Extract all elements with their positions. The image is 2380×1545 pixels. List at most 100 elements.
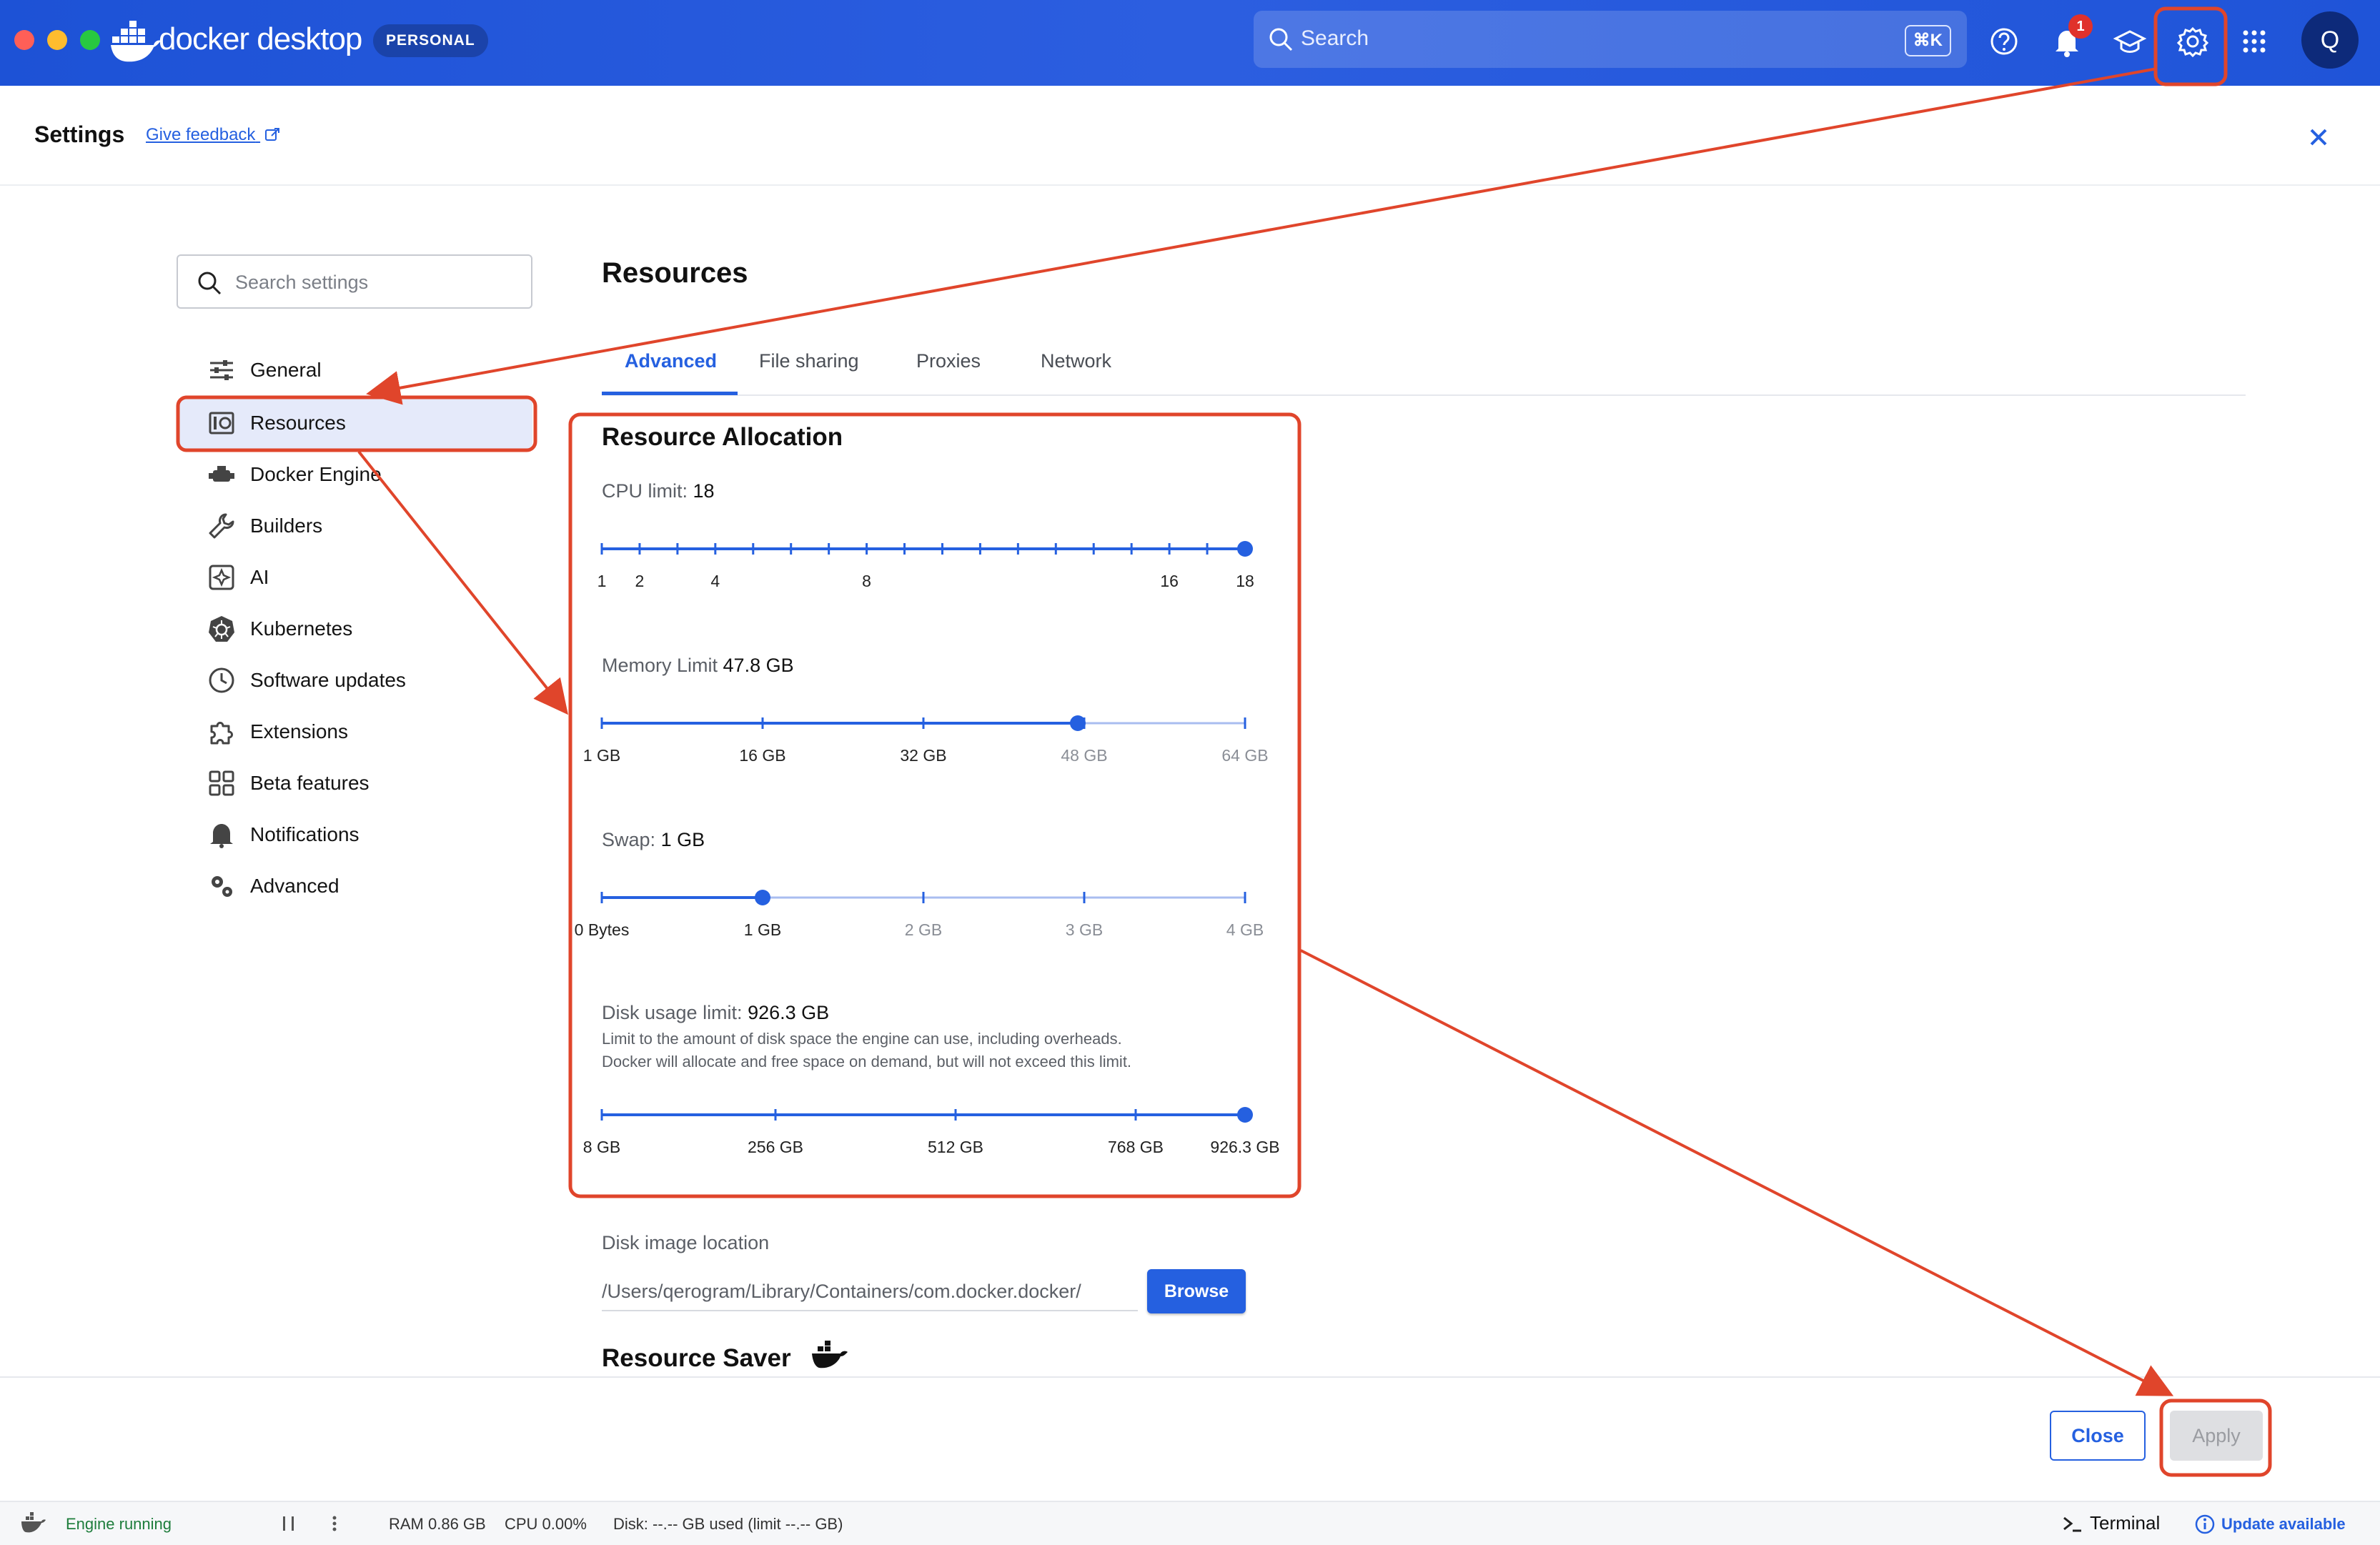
slider-thumb[interactable] (1237, 1107, 1253, 1123)
sidebar-item-beta-features[interactable]: Beta features (179, 757, 532, 809)
slider-tick-label: 1 GB (582, 746, 621, 765)
sidebar-item-label: Extensions (250, 720, 348, 742)
sidebar-item-notifications[interactable]: Notifications (179, 809, 532, 860)
memory-slider[interactable] (593, 703, 1258, 746)
sidebar-item-general[interactable]: General (179, 344, 532, 396)
disk-usage-value: 926.3 GB (748, 1002, 830, 1023)
window-close-button[interactable] (14, 30, 34, 50)
more-vertical-icon[interactable] (326, 1514, 343, 1534)
slider-tick-label: 1 (597, 572, 607, 590)
window-minimize-button[interactable] (47, 30, 67, 50)
disk-image-path-field[interactable]: /Users/qerogram/Library/Containers/com.d… (602, 1281, 1138, 1311)
gears-icon (212, 876, 232, 897)
page-title: Settings (34, 121, 125, 147)
gear-icon[interactable] (2173, 21, 2213, 61)
active-tab-indicator (602, 392, 738, 395)
sidebar-item-advanced[interactable]: Advanced (179, 860, 532, 912)
sidebar-item-label: Resources (250, 412, 346, 434)
slider-thumb[interactable] (755, 890, 770, 905)
footer-divider (0, 1376, 2380, 1378)
cpu-limit-caption: CPU limit: (602, 480, 688, 502)
disk-usage-description-2: Docker will allocate and free space on d… (602, 1053, 1132, 1070)
slider-thumb[interactable] (1237, 541, 1253, 557)
slider-tick-label: 926.3 GB (1210, 1138, 1280, 1156)
browse-button[interactable]: Browse (1147, 1269, 1246, 1313)
resources-icon (209, 412, 234, 434)
slider-tick-label: 256 GB (748, 1138, 803, 1156)
slider-tick-label: 2 (635, 572, 645, 590)
sidebar-item-extensions[interactable]: Extensions (179, 706, 532, 757)
memory-limit-caption: Memory Limit (602, 655, 718, 676)
disk-usage-slider[interactable] (593, 1095, 1258, 1138)
arrow-gear-to-resources (366, 67, 2158, 405)
apps-grid-icon[interactable] (2234, 21, 2274, 61)
global-search-placeholder: Search (1301, 26, 1369, 50)
update-available-link[interactable]: Update available (2221, 1515, 2346, 1534)
cpu-limit-value: 18 (693, 480, 715, 502)
slider-tick-label: 48 GB (1061, 746, 1108, 765)
sidebar-item-software-updates[interactable]: Software updates (179, 655, 532, 706)
tab-network[interactable]: Network (1041, 350, 1111, 372)
close-settings-icon[interactable] (2301, 120, 2336, 154)
slider-tick-label: 16 GB (739, 746, 786, 765)
slider-tick-label: 3 GB (1065, 920, 1104, 939)
tab-file-sharing[interactable]: File sharing (759, 350, 859, 372)
slider-tick-label: 4 (710, 572, 720, 590)
slider-tick-label: 64 GB (1221, 746, 1269, 765)
slider-tick-label: 0 Bytes (574, 920, 630, 939)
sidebar-item-resources[interactable]: Resources (179, 397, 532, 449)
resource-saver-title: Resource Saver (602, 1344, 791, 1369)
window-zoom-button[interactable] (80, 30, 100, 50)
sidebar-item-label: Docker Engine (250, 463, 382, 485)
tabs-divider (602, 394, 2246, 396)
search-shortcut: ⌘K (1904, 25, 1951, 56)
slider-tick-label: 16 (1160, 572, 1179, 590)
search-settings-input[interactable]: Search settings (177, 254, 532, 309)
sidebar-item-ai[interactable]: AI (179, 552, 532, 603)
status-bar: Engine running RAM 0.86 GB CPU 0.00% Dis… (0, 1501, 2380, 1545)
slider-thumb[interactable] (1070, 715, 1086, 731)
apply-button[interactable]: Apply (2170, 1411, 2263, 1461)
bell-icon (210, 824, 233, 848)
sidebar-item-label: Advanced (250, 875, 339, 897)
clock-icon (209, 667, 234, 693)
pause-icon[interactable] (280, 1514, 297, 1534)
sidebar-item-docker-engine[interactable]: Docker Engine (179, 449, 532, 500)
engine-icon (209, 466, 234, 482)
user-avatar[interactable]: Q (2301, 11, 2359, 69)
cpu-slider[interactable] (593, 529, 1258, 572)
search-icon (198, 272, 222, 295)
slider-tick-label: 8 GB (582, 1138, 621, 1156)
sidebar-item-kubernetes[interactable]: Kubernetes (179, 603, 532, 655)
sidebar-item-label: Notifications (250, 823, 360, 845)
tab-advanced[interactable]: Advanced (625, 350, 717, 372)
slider-tick-label: 32 GB (900, 746, 947, 765)
kubernetes-icon (209, 616, 234, 642)
learning-center-icon[interactable] (2110, 21, 2150, 61)
brand-name: docker desktop (159, 21, 362, 56)
resource-saver-whale-icon (812, 1341, 848, 1368)
sidebar-item-label: Kubernetes (250, 617, 353, 640)
sidebar-item-label: Beta features (250, 772, 370, 794)
slider-tick-label: 8 (862, 572, 871, 590)
close-button[interactable]: Close (2050, 1411, 2146, 1461)
section-page-title: Resources (602, 257, 748, 289)
terminal-button[interactable]: Terminal (2090, 1512, 2160, 1534)
give-feedback-link[interactable]: Give feedback (146, 125, 280, 145)
tab-proxies[interactable]: Proxies (916, 350, 981, 372)
puzzle-icon (210, 722, 233, 745)
disk-usage-label: Disk usage limit: 926.3 GB (602, 1002, 829, 1024)
disk-usage: Disk: --.-- GB used (limit --.-- GB) (613, 1515, 843, 1533)
notification-count-badge: 1 (2068, 14, 2093, 39)
search-settings-placeholder: Search settings (235, 272, 369, 293)
disk-usage-description-1: Limit to the amount of disk space the en… (602, 1030, 1122, 1048)
cpu-limit-label: CPU limit: 18 (602, 480, 715, 502)
swap-label: Swap: 1 GB (602, 829, 705, 851)
search-icon (1269, 28, 1293, 51)
grid-icon (209, 770, 234, 796)
swap-slider[interactable] (593, 878, 1258, 920)
sidebar-item-builders[interactable]: Builders (179, 500, 532, 552)
help-icon[interactable] (1984, 21, 2024, 61)
slider-tick-label: 2 GB (904, 920, 943, 939)
global-search-input[interactable]: Search ⌘K (1254, 11, 1967, 68)
